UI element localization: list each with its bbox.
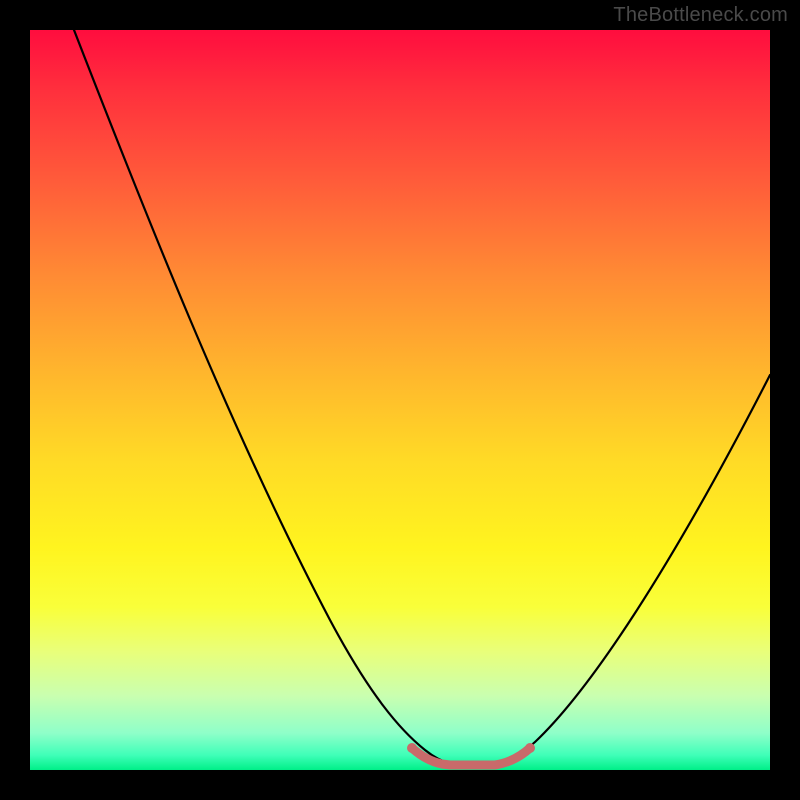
curve-path [74,30,770,765]
optimal-band-path [412,748,530,765]
watermark-text: TheBottleneck.com [613,4,788,27]
bottleneck-curve [30,30,770,770]
plot-area [30,30,770,770]
optimal-band-end-dot [525,743,535,753]
optimal-band-start-dot [407,743,417,753]
chart-frame: TheBottleneck.com [0,0,800,800]
